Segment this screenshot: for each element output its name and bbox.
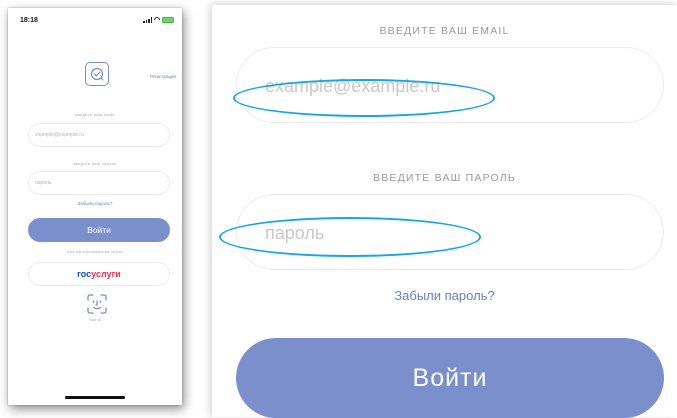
password-label: ВВЕДИТЕ ВАШ ПАРОЛЬ	[373, 172, 516, 184]
email-label: ВВЕДИТЕ ВАШ EMAIL	[379, 25, 510, 37]
password-placeholder: пароль	[265, 223, 325, 243]
forgot-password-link[interactable]: Забыли пароль?	[212, 288, 677, 303]
signal-icon	[143, 17, 152, 23]
alt-login-text: или авторизоваться через	[67, 249, 123, 254]
gosuslugi-logo-part1: гос	[77, 269, 92, 279]
email-input[interactable]: example@example.ru	[236, 47, 664, 123]
email-placeholder: example@example.ru	[265, 76, 441, 96]
status-time: 18:18	[20, 17, 38, 24]
gosuslugi-logo-part2: услуги	[91, 269, 121, 279]
face-id-icon[interactable]	[87, 294, 107, 314]
app-logo-icon	[85, 62, 109, 86]
forgot-password-link-small[interactable]: Забыли пароль?	[8, 201, 182, 206]
zoomed-login-panel: ВВЕДИТЕ ВАШ EMAIL example@example.ru ВВЕ…	[212, 5, 677, 418]
battery-icon	[162, 17, 174, 23]
email-label-small: введите ваш email	[75, 112, 115, 117]
home-indicator	[65, 396, 125, 399]
login-button[interactable]: Войти	[236, 338, 664, 418]
password-input-small[interactable]: пароль	[28, 171, 170, 195]
password-input[interactable]: пароль	[236, 194, 664, 270]
login-button-small[interactable]: Войти	[28, 218, 170, 242]
gosuslugi-button[interactable]: госуслуги	[28, 262, 170, 286]
email-input-small[interactable]: example@example.ru	[28, 123, 170, 147]
register-link[interactable]: Регистрация	[150, 74, 176, 79]
check-circle-icon	[90, 67, 104, 81]
wifi-icon	[152, 15, 162, 25]
face-id-label: Face ID	[88, 318, 102, 322]
password-label-small: введите ваш пароль	[73, 161, 117, 166]
phone-screenshot: 18:18 Регистрация введите ваш email exam…	[8, 8, 182, 405]
status-icons	[143, 15, 174, 25]
